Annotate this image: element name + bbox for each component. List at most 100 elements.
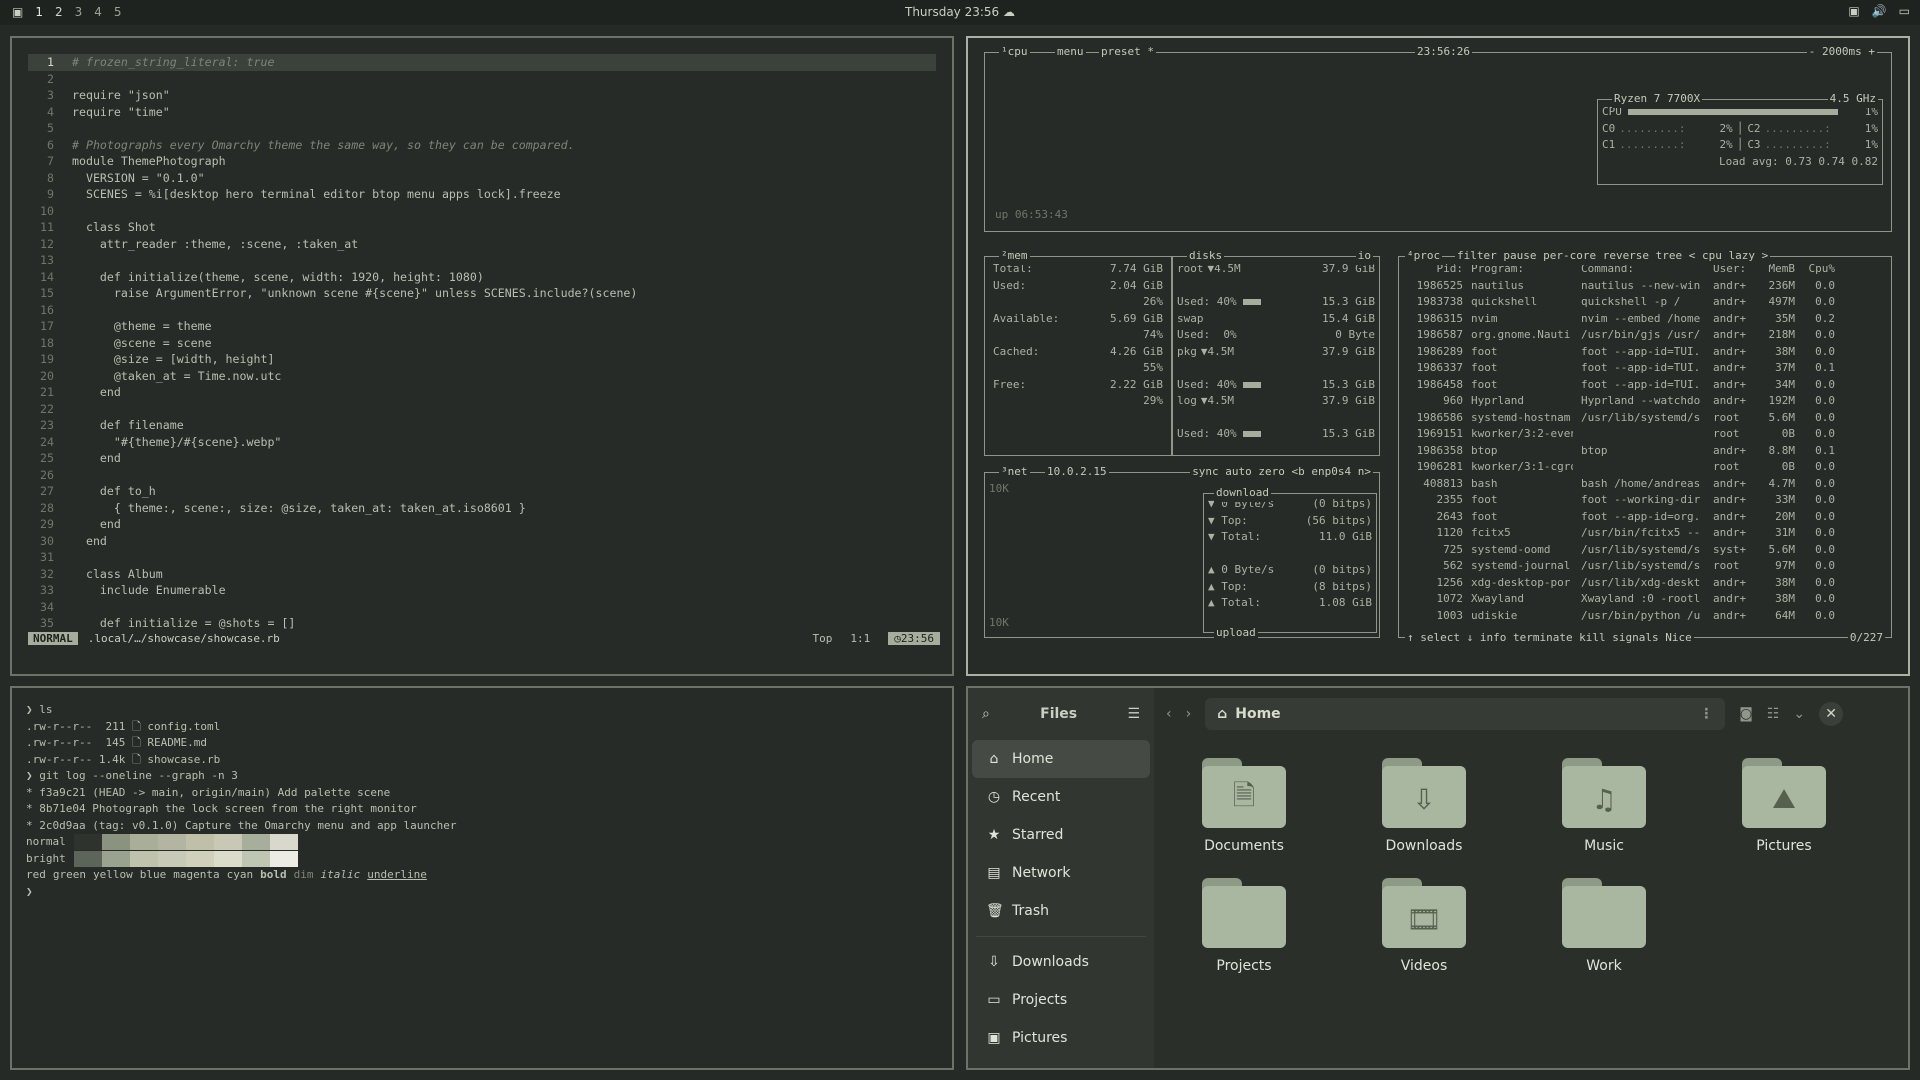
menu-icon[interactable]: ☰ [1127,706,1140,722]
sidebar-item-home[interactable]: ⌂ Home [972,740,1150,778]
proc-row[interactable]: 1986315 nvim nvim --embed /home andr+ 35M 0.2 [1405,311,1885,328]
palette-swatch [186,850,214,867]
proc-row[interactable]: 1986458 foot foot --app-id=TUI. andr+ 34M 0.0 [1405,377,1885,394]
proc-row[interactable]: 2355 foot foot --working-dir andr+ 33M 0.0 [1405,492,1885,509]
proc-row[interactable]: 1986587 org.gnome.Nauti/usr/bin/gjs /usr/… [1405,327,1885,344]
forward-icon[interactable]: › [1186,706,1192,722]
proc-row[interactable]: 1986358 btop btop andr+ 8.8M 0.1 [1405,443,1885,460]
code-line: 3 require "json" [28,87,936,104]
search-icon[interactable]: ⌕ [982,706,990,722]
code-text: attr_reader :theme, :scene, :taken_at [72,236,359,251]
disks-label[interactable]: disks [1187,248,1225,265]
folder-pictures[interactable]: ⛰ Pictures [1694,758,1874,854]
code-text: "#{theme}/#{scene}.webp" [72,434,282,449]
line-number: 33 [40,583,54,597]
clock-text: Thursday 23:56 [904,5,1000,19]
close-icon[interactable]: ✕ [1819,702,1844,726]
code-text: @taken_at = Time.now.utc [72,368,282,383]
net-options[interactable]: sync auto zero <b enp0s4 n> [1190,464,1373,481]
proc-row[interactable]: 1969151 kworker/3:2-even root 0B 0.0 [1405,426,1885,443]
core-c1-label: C1 [1602,138,1616,151]
palette-swatch [130,850,158,867]
preset-button[interactable]: preset * [1099,44,1156,61]
proc-row[interactable]: 1906281 kworker/3:1-cgro root 0B 0.0 [1405,459,1885,476]
palette-swatch [158,850,186,867]
system-tray: ▣ 🔊 ▭ [1848,4,1910,18]
proc-row[interactable]: 1986586 systemd-hostnam/usr/lib/systemd/s… [1405,410,1885,427]
sidebar-item-starred[interactable]: ★ Starred [968,816,1154,854]
view-list-icon[interactable]: ☷ [1767,706,1780,722]
proc-row[interactable]: 1120 fcitx5/usr/bin/fcitx5 -- andr+ 31M 0.0 [1405,525,1885,542]
proc-cell: foot --working-dir [1581,493,1701,506]
editor-window[interactable]: 1 # frozen_string_literal: true 2 3 require … [10,36,954,676]
folder-videos[interactable]: 🎞 Videos [1334,878,1514,974]
proc-cell: 0.0 [1815,592,1835,605]
line-number: 18 [40,335,54,350]
proc-row[interactable]: 562 systemd-journal/usr/lib/systemd/s root… [1405,558,1885,575]
proc-row[interactable]: 408813 bash bash /home/andreas andr+ 4.7M 0.0 [1405,476,1885,493]
sidebar-item-trash[interactable]: 🗑 Trash [968,892,1154,930]
prompt[interactable]: ❯ [26,884,938,901]
mem-label[interactable]: ²mem [999,248,1030,265]
volume-icon[interactable]: 🔊 [1872,4,1887,18]
proc-row[interactable]: 1986337 foot foot --app-id=TUI. andr+ 37M 0.1 [1405,360,1885,377]
terminal-window[interactable]: ❯ ls .rw-r--r-- 211 🗋 config.toml .rw-r--r… [10,686,954,1070]
proc-row[interactable]: 960 Hyprland Hyprland --watchdo andr+ 192M 0.… [1405,393,1885,410]
proc-row[interactable]: 1986525 nautilus nautilus --new-win andr+ 23… [1405,278,1885,295]
line-number: 30 [40,533,54,548]
proc-cell: foot [1471,493,1498,506]
proc-row[interactable]: 1986289 foot foot --app-id=TUI. andr+ 38M 0.0 [1405,344,1885,361]
back-icon[interactable]: ‹ [1166,706,1172,722]
terminal-line: * f3a9c21 (HEAD -> main, origin/main) Ad… [26,785,391,799]
sidebar-item-downloads[interactable]: ⇩ Downloads [968,943,1154,981]
proc-row[interactable]: 1072 Xwayland Xwayland :0 -rootl andr+ 38M 0.… [1405,591,1885,608]
proc-row[interactable]: 2643 foot foot --app-id=org. andr+ 20M 0.0 [1405,509,1885,526]
editor-buffer[interactable]: 1 # frozen_string_literal: true 2 3 require … [28,54,936,632]
proc-label[interactable]: ⁴proc [1405,248,1443,265]
folder-label: Projects [1216,958,1272,974]
net-label[interactable]: ³net [999,464,1030,481]
net-row: ▼ Top: (56 bitps) [1208,513,1372,530]
io-label[interactable]: io [1355,248,1373,265]
path-menu-icon[interactable]: ⋮ [1699,706,1713,722]
sidebar-item-recent[interactable]: ◷ Recent [968,778,1154,816]
proc-row[interactable]: 1003 udiskie/usr/bin/python /u andr+ 64M 0.0 [1405,608,1885,625]
proc-footer[interactable]: ↑ select ↓ info terminate kill signals N… [1405,629,1694,646]
code-text: def initialize(theme, scene, width: 1920… [72,269,484,284]
update-interval[interactable]: - 2000ms + [1806,44,1877,61]
menu-button[interactable]: menu [1055,44,1086,61]
line-number: 5 [47,121,54,135]
proc-cell: /usr/lib/systemd/s [1581,542,1701,556]
cpu-box: ¹cpu menu preset * 23:56:26 - 2000ms + u… [984,44,1892,232]
proc-cell: /usr/lib/systemd/s [1581,410,1701,424]
terminal-line: .rw-r--r-- 1.4k 🗋 showcase.rb [26,752,221,766]
folder-work[interactable]: Work [1514,878,1694,974]
folder-projects[interactable]: Projects [1154,878,1334,974]
status-clock: ◷23:56 [888,631,940,645]
folder-downloads[interactable]: ⇩ Downloads [1334,758,1514,854]
proc-row[interactable]: 1256 xdg-desktop-por/usr/lib/xdg-deskt and… [1405,575,1885,592]
files-window[interactable]: ⌕ Files ☰ ⌂ Home ◷ Recent ★ Starred ▤ Network 🗑 Tra… [966,686,1910,1070]
screenshot-icon[interactable]: ◙ [1739,706,1753,722]
cpu-label[interactable]: ¹cpu [999,44,1030,61]
btop-window[interactable]: ¹cpu menu preset * 23:56:26 - 2000ms + u… [966,36,1910,676]
folder-icon [1562,878,1646,948]
sidebar-item-projects[interactable]: ▭ Projects [968,981,1154,1019]
code-line: 13 [28,252,936,269]
proc-row[interactable]: 725 systemd-oomd/usr/lib/systemd/s syst+ 5.… [1405,542,1885,559]
folder-documents[interactable]: 🗎 Documents [1154,758,1334,854]
screen-record-icon[interactable]: ▣ [1848,4,1859,18]
proc-cell: 236M [1768,278,1796,292]
chevron-down-icon[interactable]: ⌄ [1793,706,1805,722]
display-icon[interactable]: ▭ [1899,4,1910,18]
clock[interactable]: Thursday 23:56 ☁ [0,5,1920,19]
palette-normal-row: normal [26,834,938,851]
path-bar[interactable]: ⌂ Home ⋮ [1205,698,1726,730]
sidebar-item-network[interactable]: ▤ Network [968,854,1154,892]
proc-options[interactable]: filter pause per-core reverse tree < cpu… [1455,248,1771,265]
disk-used: Used: 40% [1177,377,1237,391]
mem-value: 4.26 GiB [1110,344,1163,358]
proc-row[interactable]: 1983738 quickshell quickshell -p / andr+ 497… [1405,294,1885,311]
folder-music[interactable]: ♫ Music [1514,758,1694,854]
sidebar-item-pictures[interactable]: ▣ Pictures [968,1019,1154,1057]
